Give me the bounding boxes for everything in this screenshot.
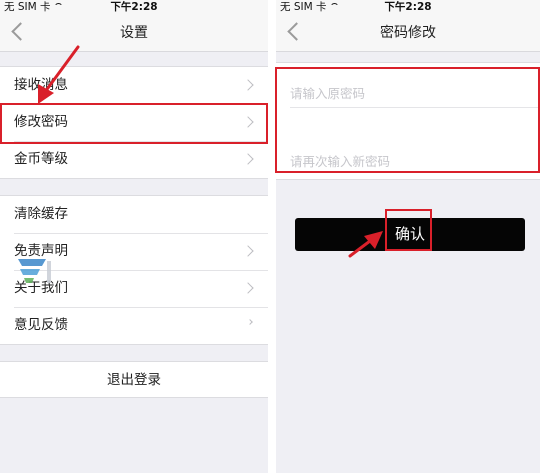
settings-item-clear-cache[interactable]: 清除缓存	[0, 196, 268, 233]
settings-item-coin-level[interactable]: 金币等级	[0, 141, 268, 178]
settings-item-change-password[interactable]: 修改密码	[0, 104, 268, 141]
chevron-right-icon	[242, 116, 254, 128]
confirm-button-label: 确认	[394, 225, 425, 243]
settings-item-receive-messages[interactable]: 接收消息	[0, 67, 268, 104]
old-password-input[interactable]	[290, 81, 540, 105]
divider	[290, 107, 540, 108]
settings-group-general: 清除缓存 免责声明 关于我们 意见反馈	[0, 195, 268, 345]
confirm-new-password-input[interactable]	[290, 149, 540, 173]
settings-item-disclaimer[interactable]: 免责声明	[0, 233, 268, 270]
settings-item-label: 修改密码	[14, 114, 68, 130]
status-time: 下午2:28	[110, 1, 158, 13]
nav-bar: 设置	[0, 14, 268, 52]
settings-item-label: 接收消息	[14, 77, 68, 93]
settings-item-label: 免责声明	[14, 243, 68, 259]
settings-screen: 无 SIM 卡 下午2:28 设置 接收消息 修改密码 金币等级 清除缓存 免责…	[0, 0, 268, 473]
change-password-screen: 无 SIM 卡 下午2:28 密码修改 确认	[276, 0, 540, 473]
divider	[426, 171, 540, 172]
confirm-button[interactable]: 确认	[295, 218, 525, 251]
chevron-right-icon	[242, 245, 254, 257]
chevron-right-icon	[242, 153, 254, 165]
settings-item-label: 金币等级	[14, 151, 68, 167]
chevron-right-icon	[242, 79, 254, 91]
chevron-right-icon	[242, 282, 254, 294]
settings-item-label: 意见反馈	[14, 317, 68, 333]
status-time: 下午2:28	[384, 1, 432, 13]
settings-item-feedback[interactable]: 意见反馈	[0, 307, 268, 344]
password-form	[276, 62, 540, 180]
settings-item-label: 关于我们	[14, 280, 68, 296]
page-title: 设置	[120, 25, 148, 41]
page-title: 密码修改	[380, 25, 436, 41]
nav-bar: 密码修改	[276, 14, 540, 52]
status-bar: 无 SIM 卡 下午2:28	[276, 0, 540, 14]
logout-button[interactable]: 退出登录	[0, 361, 268, 398]
settings-item-about-us[interactable]: 关于我们	[0, 270, 268, 307]
chevron-right-icon	[247, 319, 253, 325]
status-bar: 无 SIM 卡 下午2:28	[0, 0, 268, 14]
settings-item-label: 清除缓存	[14, 206, 68, 222]
settings-group-account: 接收消息 修改密码 金币等级	[0, 66, 268, 179]
